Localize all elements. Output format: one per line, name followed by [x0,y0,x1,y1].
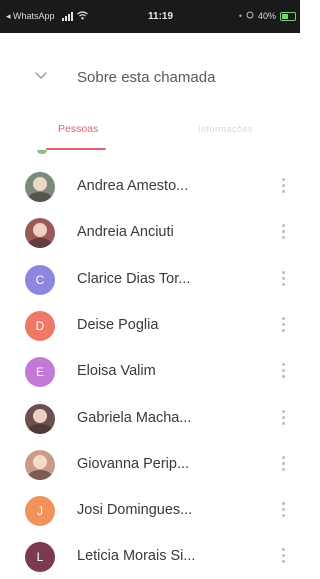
page-title: Sobre esta chamada [77,69,216,86]
participant-row[interactable]: L Leticia Morais Si... [0,533,300,579]
participant-name: Leticia Morais Si... [77,548,196,565]
more-options-icon[interactable] [280,409,286,428]
participant-name: Andreia Anciuti [77,224,174,241]
avatar: L [25,542,55,573]
participant-row[interactable]: Giovanna Perip... [0,441,300,487]
participant-row[interactable]: J Josi Domingues... [0,487,300,533]
more-options-icon[interactable] [280,363,286,381]
participant-row[interactable]: Andrea Amesto... [0,163,300,209]
header: Sobre esta chamada [0,58,300,98]
tab-active-indicator [46,148,106,150]
participant-row[interactable]: Andreia Anciuti [0,209,300,255]
battery-percent: 40% [257,11,276,21]
tab-people[interactable]: Pessoas [58,123,98,135]
participant-row[interactable]: C Clarice Dias Tor... [0,256,300,302]
avatar: C [25,264,55,295]
more-options-icon[interactable] [280,548,286,566]
participant-name: Deise Poglia [77,316,159,333]
status-left: ◂ WhatsApp [6,11,88,22]
status-time: 11:19 [148,11,174,22]
location-icon: • [238,11,242,21]
signal-icon [61,12,73,21]
tab-info[interactable]: Informações [198,124,253,134]
participant-name: Gabriela Macha... [77,409,192,426]
chevron-down-icon[interactable] [34,68,48,82]
more-options-icon[interactable] [280,502,286,520]
alarm-icon [246,11,254,21]
participant-row[interactable]: Gabriela Macha... [0,395,300,441]
tab-bar: Pessoas Informações [0,112,300,154]
more-options-icon[interactable] [280,224,286,242]
participant-row[interactable]: D Deise Poglia [0,302,300,348]
participant-name: Clarice Dias Tor... [77,270,191,287]
more-options-icon[interactable] [280,316,286,335]
back-to-app-link[interactable]: ◂ WhatsApp [6,11,55,22]
avatar: E [25,357,55,388]
avatar [25,218,55,249]
participant-name: Andrea Amesto... [77,178,189,194]
more-options-icon[interactable] [280,455,286,474]
participant-name: Giovanna Perip... [77,455,190,472]
status-bar: ◂ WhatsApp 11:19 • 40% [0,0,300,33]
participant-row[interactable]: E Eloisa Valim [0,348,300,394]
avatar [25,449,55,480]
participant-name: Josi Domingues... [77,502,193,519]
more-options-icon[interactable] [280,270,286,289]
avatar [25,403,55,434]
battery-icon [280,11,296,21]
avatar: D [25,310,55,341]
wifi-icon [76,11,88,22]
more-options-icon[interactable] [280,178,286,196]
participant-name: Eloisa Valim [77,363,156,380]
avatar: J [25,496,55,527]
status-right: • 40% [239,11,296,21]
avatar [25,172,55,202]
